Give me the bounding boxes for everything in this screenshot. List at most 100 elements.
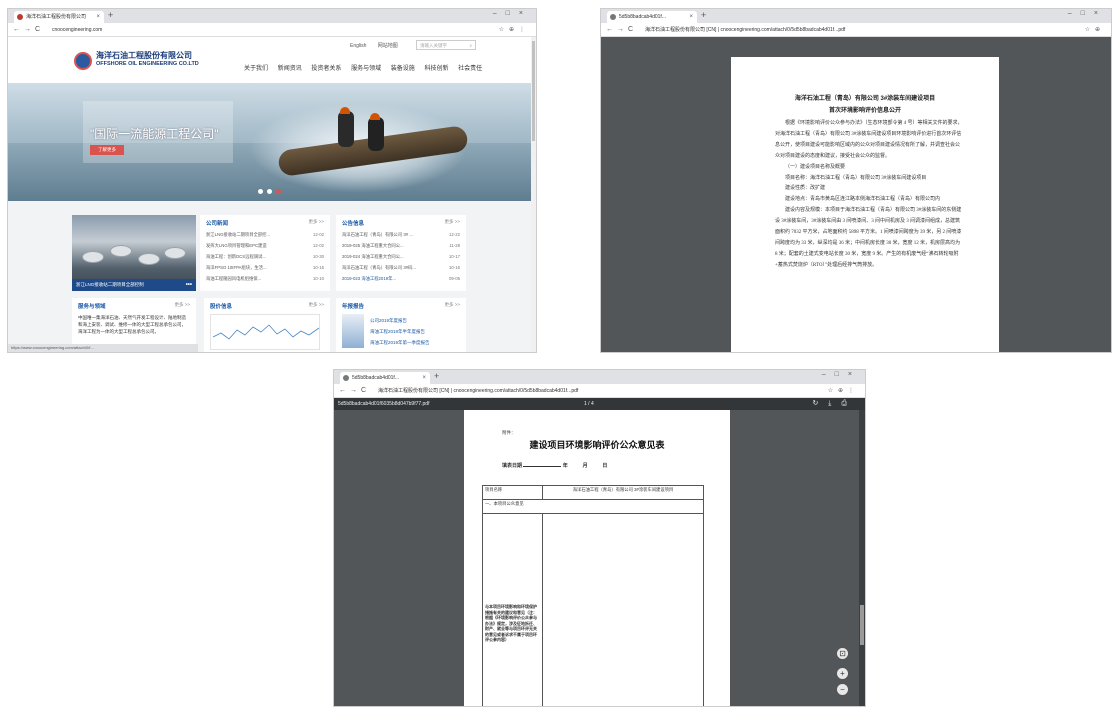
main-nav: 关于我们 新闻资讯 投资者关系 服务与领域 装备设施 科技创新 社会责任 (244, 63, 490, 72)
url-field[interactable]: cnoocengineering.com (46, 25, 486, 35)
carousel-dot-active[interactable] (276, 189, 281, 194)
nav-csr[interactable]: 社会责任 (458, 66, 482, 72)
pdf-toolbar: 5d5b8badcab4d01f6035b8d047b9f77.pdf 1 / … (334, 398, 865, 410)
star-icon[interactable]: ☆⊕⋮ (828, 384, 859, 398)
search-icon[interactable]: ⌕ (469, 41, 472, 50)
fill-date-row: 填表日期 年 月 日 (502, 462, 607, 469)
doc-subtitle: 首次环境影响评价信息公开 (828, 108, 901, 114)
opinion-label: 与本项目环境影响和环境保护措施有关的建议和意见（注：根据《环境影响评价公众参与办… (482, 513, 543, 706)
rotate-icon[interactable]: ↻⤓⎙ (812, 398, 857, 410)
report-link[interactable]: 海油工程2019年半年度报告 (370, 329, 425, 335)
close-tab-icon[interactable]: × (422, 372, 426, 384)
service-title: 服务与领域 (78, 304, 106, 310)
address-bar: ←→C 海洋石油工程股份有限公司 [CN] | cnoocengineering… (601, 23, 1111, 37)
scrollbar-thumb[interactable] (860, 605, 864, 645)
stock-more-link[interactable]: 更多 >> (308, 302, 324, 308)
list-item[interactable]: 2019-024 海油工程重大合同公... 10-17 (342, 254, 460, 260)
tab-strip: 海洋石油工程股份有限公司 × + –□× (8, 9, 536, 23)
service-more-link[interactable]: 更多 >> (174, 302, 190, 308)
banner-helmet (340, 107, 350, 114)
learn-more-button[interactable]: 了解更多 (90, 145, 124, 155)
list-item[interactable]: 发挥大LNG项目管理和EPC建造 12-02 (206, 243, 324, 249)
list-item[interactable]: 2019-023 海油工程2019年... 09-05 (342, 276, 460, 282)
service-text: 中国唯一集海洋石油、天然气开发工程设计、陆地制造和海上安装、调试、维修一体的大型… (78, 315, 186, 334)
more-dots-icon[interactable]: ••• (186, 279, 192, 291)
tab-pdf[interactable]: 5d5b8badcab4d01f... × (607, 11, 697, 23)
tab-title: 5d5b8badcab4d01f... (352, 375, 399, 381)
zoom-out-icon[interactable]: − (837, 684, 848, 695)
url-field[interactable]: 海洋石油工程股份有限公司 [CN] | cnoocengineering.com… (639, 25, 1059, 35)
close-tab-icon[interactable]: × (96, 11, 100, 23)
list-item[interactable]: 海洋FPSO 10IFPA组块，生活... 10-15 (206, 265, 324, 271)
tank-image (164, 247, 186, 259)
list-item-title: 浙江LNG接收站二期项目全部控... (206, 232, 270, 237)
news-photo[interactable]: 浙江LNG接收站二期项目全部控制 ••• (72, 215, 196, 291)
nav-service[interactable]: 服务与领域 (351, 66, 381, 72)
list-item-date: 10-15 (313, 265, 324, 270)
fit-page-icon[interactable]: ⊡ (837, 648, 848, 659)
scrollbar[interactable] (531, 37, 536, 352)
list-item[interactable]: 海洋石油工程（青岛）有限公司 3#码... 10-16 (342, 265, 460, 271)
nav-equipment[interactable]: 装备设施 (391, 66, 415, 72)
sitemap-link[interactable]: 网站地图 (378, 43, 398, 49)
opinion-input-cell[interactable] (542, 513, 704, 706)
doc-paragraph: 建设地点：青岛市黄岛区连江路本侧海洋石油工程（青岛）有限公司内 (785, 197, 941, 203)
list-item[interactable]: 2019-025 海油工程重大合同公... 11-28 (342, 243, 460, 249)
report-more-link[interactable]: 更多 >> (444, 302, 460, 308)
tank-image (82, 251, 104, 263)
list-item[interactable]: 海油工程：创新DCS远程调试... 10-30 (206, 254, 324, 260)
window-controls[interactable]: –□× (822, 371, 861, 378)
list-item-title: 海洋石油工程（青岛）有限公司 3# ... (342, 232, 413, 237)
nav-tech[interactable]: 科技创新 (424, 66, 448, 72)
carousel-dot[interactable] (267, 189, 272, 194)
scrollbar-thumb[interactable] (532, 41, 535, 141)
notice-more-link[interactable]: 更多 >> (444, 219, 460, 225)
list-item[interactable]: 海油工程陵园风电机组维保... 10-10 (206, 276, 324, 282)
browser-window-pdf2: 5d5b8badcab4d01f... × + –□× ←→C 海洋石油工程股份… (333, 369, 866, 707)
window-controls[interactable]: –□× (493, 10, 532, 17)
list-item[interactable]: 浙江LNG接收站二期项目全部控... 12-02 (206, 232, 324, 238)
search-input[interactable]: 请输入关键字 ⌕ (416, 40, 476, 50)
tab-pdf[interactable]: 5d5b8badcab4d01f... × (340, 372, 430, 384)
news-more-link[interactable]: 更多 >> (308, 219, 324, 225)
annex-label: 附件： (502, 430, 516, 435)
new-tab-icon[interactable]: + (108, 10, 113, 20)
list-item-date: 10-17 (449, 254, 460, 259)
photo-caption: 浙江LNG接收站二期项目全部控制 ••• (72, 279, 196, 291)
window-controls[interactable]: –□× (1068, 10, 1107, 17)
carousel-dot[interactable] (258, 189, 263, 194)
report-link[interactable]: 公司2019年度报告 (370, 318, 407, 324)
list-item-date: 10-30 (313, 254, 324, 259)
top-links: English 网站地图 (350, 42, 408, 49)
zoom-in-icon[interactable]: + (837, 668, 848, 679)
company-logo[interactable] (74, 52, 92, 70)
pdf-filename: 5d5b8badcab4d01f6035b8d047b9f77.pdf (338, 401, 430, 407)
page-indicator: 1 / 4 (584, 401, 594, 407)
english-link[interactable]: English (350, 43, 366, 49)
star-icon[interactable]: ☆⊕⋮ (499, 23, 530, 37)
content-area: 浙江LNG接收站二期项目全部控制 ••• 公司新闻 更多 >> 浙江LNG接收站二… (8, 201, 536, 352)
nav-buttons[interactable]: ←→C (339, 384, 370, 398)
nav-investor[interactable]: 投资者关系 (311, 66, 341, 72)
url-field[interactable]: 海洋石油工程股份有限公司 [CN] | cnoocengineering.com… (372, 386, 812, 396)
new-tab-icon[interactable]: + (701, 10, 706, 20)
tab-home[interactable]: 海洋石油工程股份有限公司 × (14, 11, 104, 23)
notice-title: 公告信息 (342, 221, 365, 227)
section-header: 一、本项目公众意见 (482, 499, 704, 514)
report-card: 年报报告 更多 >> 公司2019年度报告 海油工程2019年半年度报告 海油工… (336, 298, 466, 352)
banner-slogan: "国际一流能源工程公司" (90, 127, 219, 141)
star-icon[interactable]: ☆⊕ (1085, 23, 1105, 37)
stock-title: 股价信息 (210, 304, 233, 310)
report-link[interactable]: 海油工程2019年第一季度报告 (370, 340, 430, 346)
close-tab-icon[interactable]: × (689, 11, 693, 23)
nav-news[interactable]: 新闻资讯 (278, 66, 302, 72)
list-item[interactable]: 海洋石油工程（青岛）有限公司 3# ... 12-22 (342, 232, 460, 238)
date-line[interactable] (523, 466, 562, 467)
doc-paragraph: 项目名称：海洋石油工程（青岛）有限公司 3#涂装车间建设项目 (785, 175, 927, 181)
new-tab-icon[interactable]: + (434, 371, 439, 381)
nav-about[interactable]: 关于我们 (244, 66, 268, 72)
carousel-dots[interactable] (258, 186, 285, 196)
nav-buttons[interactable]: ←→C (606, 23, 637, 37)
scrollbar[interactable] (859, 410, 865, 706)
nav-buttons[interactable]: ←→C (13, 23, 44, 37)
